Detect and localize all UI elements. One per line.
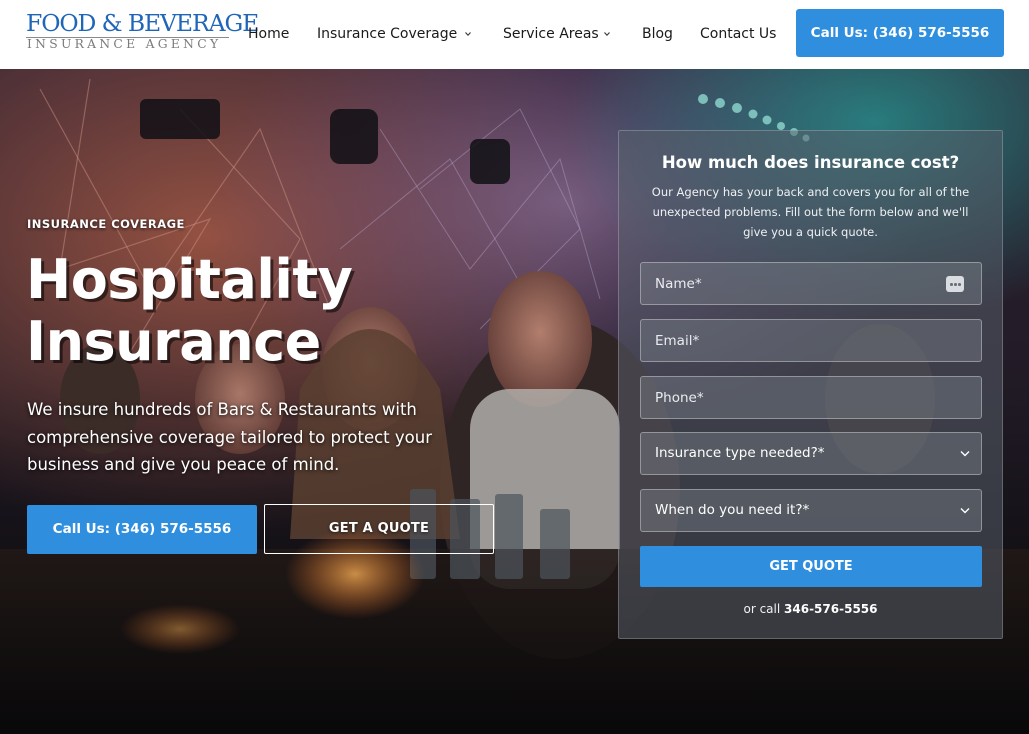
chevron-down-icon <box>960 508 970 514</box>
nav-item-blog[interactable]: Blog <box>642 24 673 44</box>
logo-wordmark-bottom: INSURANCE AGENCY <box>27 37 222 51</box>
password-manager-icon[interactable] <box>946 276 964 292</box>
chevron-down-icon <box>604 32 610 37</box>
timing-select[interactable]: When do you need it?* <box>640 489 982 532</box>
nav-item-label: Insurance Coverage <box>317 26 458 42</box>
phone-field[interactable] <box>640 376 982 419</box>
site-header: FOOD & BEVERAGE INSURANCE AGENCY Home In… <box>0 0 1029 69</box>
hero-title-line-1: Hospitality <box>26 248 353 311</box>
chevron-down-icon <box>465 32 471 37</box>
chevron-down-icon <box>960 451 970 457</box>
phone-input[interactable] <box>641 377 981 418</box>
hero-call-button[interactable]: Call Us: (346) 576-5556 <box>27 505 257 554</box>
or-call-phone-link[interactable]: 346-576-5556 <box>784 602 877 616</box>
logo[interactable]: FOOD & BEVERAGE INSURANCE AGENCY <box>26 10 259 52</box>
nav-item-label: Service Areas <box>503 26 599 42</box>
hero-description: We insure hundreds of Bars & Restaurants… <box>27 400 432 474</box>
email-field[interactable] <box>640 319 982 362</box>
quote-form-panel: How much does insurance cost? Our Agency… <box>618 130 1003 639</box>
nav-item-service-areas[interactable]: Service Areas <box>503 24 618 44</box>
nav-item-home[interactable]: Home <box>248 24 289 44</box>
insurance-type-selected-value: Insurance type needed?* <box>655 445 825 461</box>
timing-selected-value: When do you need it?* <box>655 502 810 518</box>
email-input[interactable] <box>641 320 981 361</box>
form-description: Our Agency has your back and covers you … <box>651 185 970 239</box>
logo-wordmark-top: FOOD & BEVERAGE <box>26 9 259 37</box>
or-call-prefix: or call <box>743 602 781 616</box>
get-quote-submit-button[interactable]: GET QUOTE <box>640 546 982 587</box>
hero-title: Hospitality Insurance <box>26 248 353 373</box>
name-input[interactable] <box>641 263 981 304</box>
header-call-button[interactable]: Call Us: (346) 576-5556 <box>796 9 1004 57</box>
hero-title-line-2: Insurance <box>26 310 321 373</box>
form-title: How much does insurance cost? <box>661 153 960 172</box>
hero-eyebrow: INSURANCE COVERAGE <box>27 217 185 231</box>
nav-item-insurance-coverage[interactable]: Insurance Coverage <box>317 24 477 44</box>
name-field[interactable] <box>640 262 982 305</box>
insurance-type-select[interactable]: Insurance type needed?* <box>640 432 982 475</box>
or-call-line: or call 346-576-5556 <box>619 602 1002 616</box>
hero-get-quote-button[interactable]: GET A QUOTE <box>264 504 494 554</box>
nav-item-contact-us[interactable]: Contact Us <box>700 24 776 44</box>
